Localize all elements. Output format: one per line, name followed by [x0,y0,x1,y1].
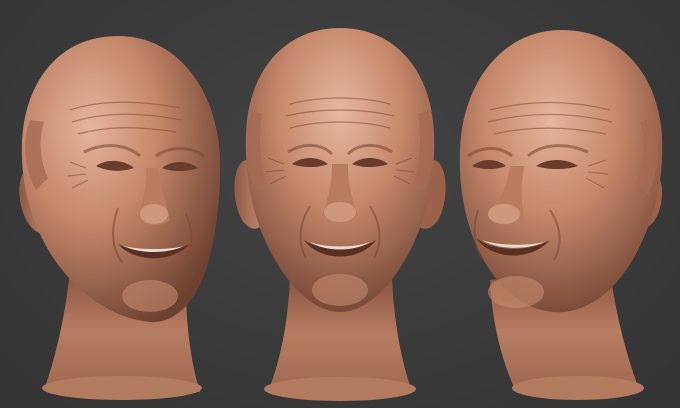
sculpt-render-viewport [0,0,680,408]
chin-right [488,276,544,308]
nose-tip-left [140,204,168,224]
chin-center [312,274,368,306]
nose-tip-right [488,204,520,224]
head-sculpt-render [19,28,663,401]
head-three-quarter-right [459,30,663,400]
chin-left [122,280,178,312]
head-front [234,28,446,401]
head-three-quarter-left [19,36,221,400]
neck-base-right [512,376,644,400]
skull-right [459,30,663,313]
skull-left [21,36,221,323]
neck-base-left [42,376,202,400]
neck-base-center [264,377,416,401]
nose-tip-center [324,202,356,222]
